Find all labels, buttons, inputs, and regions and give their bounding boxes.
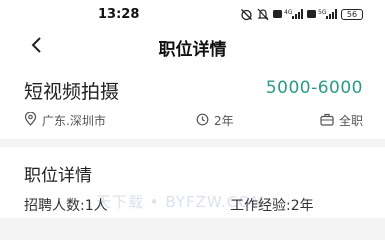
- job-title: 短视频拍摄: [24, 81, 120, 103]
- clock-icon: [196, 113, 209, 129]
- location-pin-icon: [24, 111, 37, 129]
- salary-range: 5000-6000: [265, 78, 363, 98]
- page-title: 职位详情: [158, 40, 227, 60]
- employment-type-text: 全职: [338, 114, 363, 128]
- hd-5g-signal-icon: 5G: [307, 8, 337, 20]
- mute-icon: [257, 8, 269, 21]
- job-details-section: 职位详情 天下载 • BYFZW.COM 招聘人数:1人 工作经验:2年: [0, 147, 385, 218]
- network-label-5g: 5G: [318, 9, 327, 16]
- headcount: 招聘人数:1人: [24, 198, 108, 214]
- network-label-4g: 4G: [284, 9, 293, 16]
- status-icons: 4G 5G 56: [240, 7, 363, 21]
- job-location: 广东.深圳市: [24, 111, 106, 129]
- battery-icon: 56: [341, 8, 363, 20]
- status-bar: 13:28 4G 5G 56: [0, 0, 385, 28]
- hd-4g-signal-icon: 4G: [273, 8, 303, 20]
- required-experience: 工作经验:2年: [230, 198, 314, 214]
- section-title: 职位详情: [24, 166, 92, 186]
- nav-bar: 职位详情: [0, 28, 385, 64]
- briefcase-icon: [320, 113, 334, 129]
- alarm-off-icon: [240, 8, 253, 21]
- job-type: 全职: [320, 112, 363, 129]
- status-time: 13:28: [98, 7, 140, 22]
- experience-text: 2年: [214, 114, 234, 128]
- job-summary-card: 短视频拍摄 5000-6000 广东.深圳市 2年 全职: [0, 64, 385, 139]
- location-text: 广东.深圳市: [42, 114, 106, 128]
- job-experience: 2年: [196, 112, 234, 129]
